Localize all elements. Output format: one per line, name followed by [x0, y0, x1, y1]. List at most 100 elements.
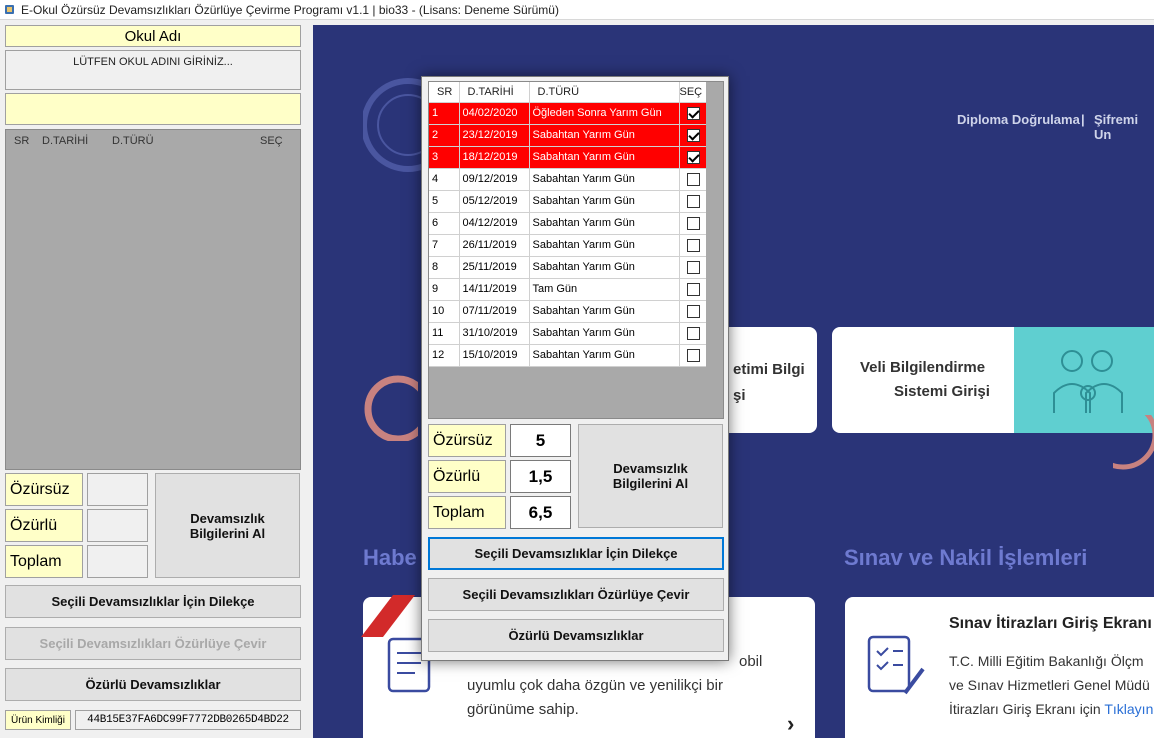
summary-total-label: Toplam	[5, 545, 83, 578]
summary-total-value	[87, 545, 148, 578]
news-ribbon-icon	[361, 595, 415, 637]
row-type: Sabahtan Yarım Gün	[529, 190, 680, 213]
row-type: Sabahtan Yarım Gün	[529, 146, 680, 169]
petition-button[interactable]: Seçili Devamsızlıklar İçin Dilekçe	[5, 585, 301, 618]
dialog-table-row[interactable]: 12 15/10/2019 Sabahtan Yarım Gün	[429, 344, 708, 367]
school-name-input[interactable]: LÜTFEN OKUL ADINI GİRİNİZ...	[5, 50, 301, 90]
summary-unexcused-value	[87, 473, 148, 506]
grid-header-date: D.TARİHİ	[42, 135, 89, 147]
window-title: E-Okul Özürsüz Devamsızlıkları Özürlüye …	[21, 2, 559, 17]
exam-card-title: Sınav İtirazları Giriş Ekranı	[949, 615, 1152, 632]
dialog-grid-header-row: SR D.TARİHİ D.TÜRÜ SEÇ	[429, 82, 708, 103]
dialog-unexcused-value: 5	[510, 424, 571, 457]
absence-grid-header: SR D.TARİHİ D.TÜRÜ SEÇ	[6, 130, 300, 152]
dialog-table-row[interactable]: 4 09/12/2019 Sabahtan Yarım Gün	[429, 168, 708, 191]
row-select-cell	[679, 124, 708, 147]
row-sr: 5	[429, 190, 460, 213]
summary-excused-label: Özürlü	[5, 509, 83, 542]
window-title-bar: E-Okul Özürsüz Devamsızlıkları Özürlüye …	[0, 0, 1154, 20]
school-name-label: Okul Adı	[5, 25, 301, 47]
dialog-table-row[interactable]: 1 04/02/2020 Öğleden Sonra Yarım Gün	[429, 102, 708, 125]
summary-unexcused-label: Özürsüz	[5, 473, 83, 506]
checkbox-unchecked-icon[interactable]	[686, 260, 700, 274]
row-select-cell	[679, 300, 708, 323]
row-date: 15/10/2019	[459, 344, 530, 367]
checkbox-unchecked-icon[interactable]	[686, 304, 700, 318]
dialog-get-info-button[interactable]: Devamsızlık Bilgilerini Al	[578, 424, 723, 528]
dialog-table-row[interactable]: 5 05/12/2019 Sabahtan Yarım Gün	[429, 190, 708, 213]
convert-to-excused-button[interactable]: Seçili Devamsızlıkları Özürlüye Çevir	[5, 627, 301, 660]
checkbox-unchecked-icon[interactable]	[686, 348, 700, 362]
grid-header-type: D.TÜRÜ	[112, 135, 154, 147]
checkbox-checked-icon[interactable]	[686, 128, 700, 142]
product-id-label: Ürün Kimliği	[5, 710, 71, 730]
checkbox-unchecked-icon[interactable]	[686, 172, 700, 186]
dialog-absence-grid[interactable]: SR D.TARİHİ D.TÜRÜ SEÇ 1 04/02/2020 Öğlede…	[428, 81, 724, 419]
checkbox-checked-icon[interactable]	[686, 150, 700, 164]
dialog-table-row[interactable]: 2 23/12/2019 Sabahtan Yarım Gün	[429, 124, 708, 147]
row-sr: 7	[429, 234, 460, 257]
checkbox-unchecked-icon[interactable]	[686, 194, 700, 208]
news-section-title: Habe	[363, 545, 417, 570]
parent-card-line2: Sistemi Girişi	[894, 383, 990, 400]
grid-header-select: SEÇ	[260, 135, 283, 147]
checkbox-unchecked-icon[interactable]	[686, 216, 700, 230]
nav-diploma-link[interactable]: Diploma Doğrulama	[957, 112, 1080, 127]
dialog-table-row[interactable]: 6 04/12/2019 Sabahtan Yarım Gün	[429, 212, 708, 235]
row-select-cell	[679, 234, 708, 257]
dialog-convert-button[interactable]: Seçili Devamsızlıkları Özürlüye Çevir	[428, 578, 724, 611]
absence-dialog: SR D.TARİHİ D.TÜRÜ SEÇ 1 04/02/2020 Öğlede…	[421, 76, 729, 661]
dialog-table-row[interactable]: 9 14/11/2019 Tam Gün	[429, 278, 708, 301]
row-sr: 4	[429, 168, 460, 191]
row-select-cell	[679, 168, 708, 191]
get-absence-info-button[interactable]: Devamsızlık Bilgilerini Al	[155, 473, 300, 578]
checkbox-unchecked-icon[interactable]	[686, 282, 700, 296]
dialog-petition-button[interactable]: Seçili Devamsızlıklar İçin Dilekçe	[428, 537, 724, 570]
row-select-cell	[679, 344, 708, 367]
dialog-header-sr: SR	[429, 82, 460, 103]
exam-card-line3: İtirazları Giriş Ekranı için Tıklayın	[949, 701, 1153, 717]
checkbox-checked-icon[interactable]	[686, 106, 700, 120]
row-date: 18/12/2019	[459, 146, 530, 169]
row-type: Sabahtan Yarım Gün	[529, 124, 680, 147]
dialog-total-value: 6,5	[510, 496, 571, 529]
row-sr: 12	[429, 344, 460, 367]
row-select-cell	[679, 256, 708, 279]
decorative-ring-right-icon	[1113, 415, 1154, 470]
row-date: 14/11/2019	[459, 278, 530, 301]
parent-info-card[interactable]: Veli Bilgilendirme Sistemi Girişi	[832, 327, 1154, 433]
absence-grid[interactable]: SR D.TARİHİ D.TÜRÜ SEÇ	[5, 129, 301, 470]
dialog-excused-absences-button[interactable]: Özürlü Devamsızlıklar	[428, 619, 724, 652]
summary-excused-value	[87, 509, 148, 542]
product-id-value: 44B15E37FA6DC99F7772DB0265D4BD22	[75, 710, 301, 730]
exam-card-line1: T.C. Milli Eğitim Bakanlığı Ölçm	[949, 653, 1144, 669]
exam-card-link[interactable]: Tıklayın	[1104, 701, 1153, 717]
checkbox-unchecked-icon[interactable]	[686, 326, 700, 340]
row-type: Sabahtan Yarım Gün	[529, 300, 680, 323]
dialog-table-row[interactable]: 8 25/11/2019 Sabahtan Yarım Gün	[429, 256, 708, 279]
checkbox-unchecked-icon[interactable]	[686, 238, 700, 252]
exam-objection-card[interactable]: Sınav İtirazları Giriş Ekranı T.C. Milli…	[845, 597, 1154, 738]
decorative-ring-left-icon	[364, 375, 418, 441]
dialog-grid-scrollbar[interactable]	[706, 82, 723, 418]
row-type: Sabahtan Yarım Gün	[529, 322, 680, 345]
dialog-table-row[interactable]: 3 18/12/2019 Sabahtan Yarım Gün	[429, 146, 708, 169]
dialog-table-row[interactable]: 11 31/10/2019 Sabahtan Yarım Gün	[429, 322, 708, 345]
row-sr: 1	[429, 102, 460, 125]
chevron-right-icon[interactable]: ›	[787, 711, 794, 737]
row-date: 04/02/2020	[459, 102, 530, 125]
dialog-table-row[interactable]: 10 07/11/2019 Sabahtan Yarım Gün	[429, 300, 708, 323]
nav-forgot-password-link[interactable]: Şifremi Un	[1094, 112, 1154, 142]
row-type: Sabahtan Yarım Gün	[529, 168, 680, 191]
row-date: 26/11/2019	[459, 234, 530, 257]
row-type: Tam Gün	[529, 278, 680, 301]
row-date: 25/11/2019	[459, 256, 530, 279]
row-date: 04/12/2019	[459, 212, 530, 235]
dialog-table-row[interactable]: 7 26/11/2019 Sabahtan Yarım Gün	[429, 234, 708, 257]
app-icon	[4, 4, 16, 16]
row-select-cell	[679, 322, 708, 345]
row-sr: 9	[429, 278, 460, 301]
excused-absences-button[interactable]: Özürlü Devamsızlıklar	[5, 668, 301, 701]
dialog-header-select: SEÇ	[679, 82, 708, 103]
dialog-excused-value: 1,5	[510, 460, 571, 493]
